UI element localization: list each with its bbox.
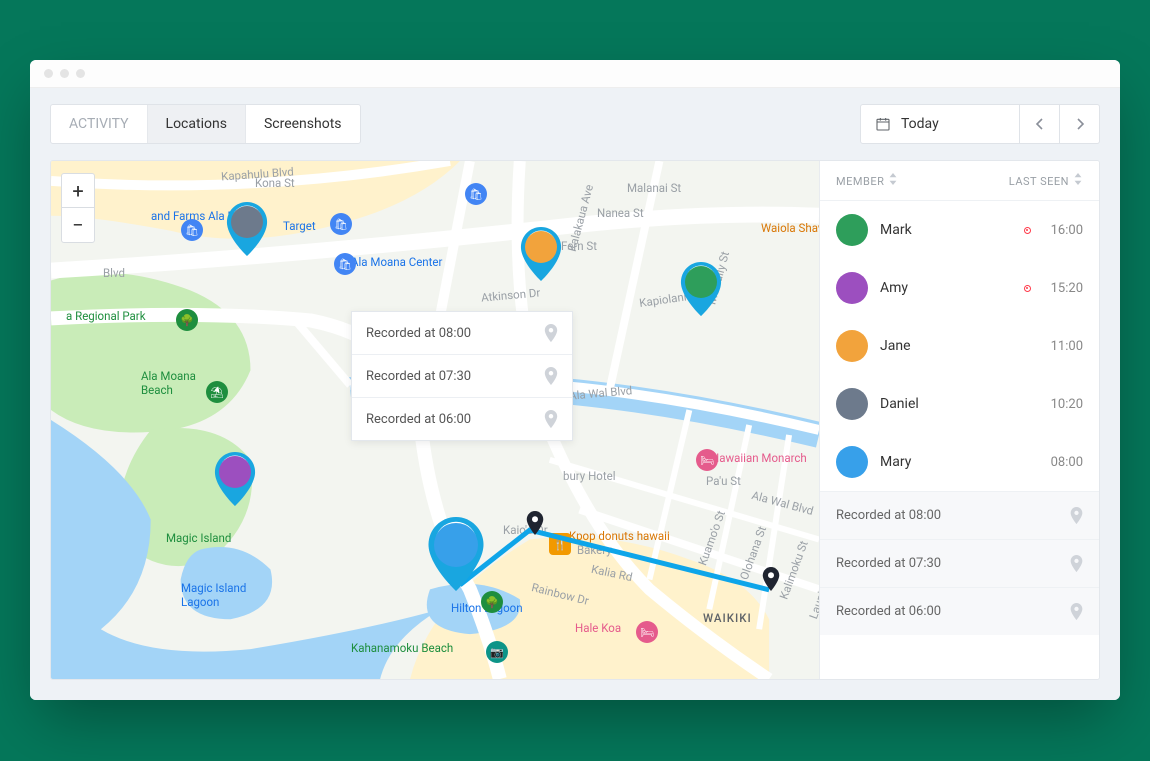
member-lastseen: 10:20 [1051, 397, 1083, 412]
record-label: Recorded at 08:00 [836, 508, 941, 523]
live-indicator-icon [1024, 285, 1031, 292]
popup-record[interactable]: Recorded at 08:00 [352, 312, 572, 355]
shop-icon: 🛍 [334, 253, 356, 275]
date-prev-button[interactable] [1020, 104, 1060, 144]
shop-icon: 🛍 [465, 183, 487, 205]
date-next-button[interactable] [1060, 104, 1100, 144]
tab-screenshots[interactable]: Screenshots [246, 105, 360, 143]
attraction-icon: 📷 [486, 641, 508, 663]
traffic-light [60, 69, 69, 78]
tab-locations[interactable]: Locations [148, 105, 246, 143]
pin-icon [544, 410, 558, 428]
zoom-controls: + − [61, 173, 95, 243]
date-picker[interactable]: Today [860, 104, 1020, 144]
member-row[interactable]: Mary 08:00 [820, 433, 1099, 491]
avatar [836, 330, 868, 362]
pin-icon [1070, 603, 1083, 620]
food-icon: 🍴 [549, 533, 571, 555]
col-member-header[interactable]: MEMBER [836, 173, 898, 188]
popup-record[interactable]: Recorded at 06:00 [352, 398, 572, 440]
lodge-icon: 🛏 [636, 621, 658, 643]
app-window: ACTIVITY Locations Screenshots Today [30, 60, 1120, 700]
date-label: Today [901, 116, 939, 132]
avatar [836, 446, 868, 478]
member-row[interactable]: Mark 16:00 [820, 201, 1099, 259]
traffic-light [44, 69, 53, 78]
member-row[interactable]: Daniel 10:20 [820, 375, 1099, 433]
zoom-out-button[interactable]: − [62, 208, 94, 242]
record-label: Recorded at 06:00 [836, 604, 941, 619]
park-icon: ⛱ [206, 381, 228, 403]
record-row[interactable]: Recorded at 08:00 [820, 491, 1099, 539]
member-lastseen: 16:00 [1051, 223, 1083, 238]
route-waypoint-pin[interactable] [762, 567, 780, 593]
lodge-icon: 🛏 [696, 449, 718, 471]
tab-activity[interactable]: ACTIVITY [51, 105, 148, 143]
col-lastseen-header[interactable]: LAST SEEN [1009, 173, 1083, 188]
pin-icon [1070, 507, 1083, 524]
avatar [836, 214, 868, 246]
member-row[interactable]: Jane 11:00 [820, 317, 1099, 375]
park-icon: 🌳 [481, 591, 503, 613]
zoom-in-button[interactable]: + [62, 174, 94, 208]
map-avatar-pin[interactable] [226, 202, 268, 256]
calendar-icon [875, 116, 891, 132]
pin-icon [544, 324, 558, 342]
shop-icon: 🛍 [181, 219, 203, 241]
map-avatar-pin[interactable] [214, 452, 256, 506]
traffic-light [76, 69, 85, 78]
member-name: Mark [880, 222, 1012, 238]
shop-icon: 🛍 [330, 213, 352, 235]
member-name: Amy [880, 280, 1012, 296]
member-row[interactable]: Amy 15:20 [820, 259, 1099, 317]
window-titlebar [30, 60, 1120, 88]
record-label: Recorded at 07:30 [836, 556, 941, 571]
member-name: Mary [880, 454, 1039, 470]
route-waypoint-pin[interactable] [526, 511, 544, 537]
record-row[interactable]: Recorded at 06:00 [820, 587, 1099, 635]
member-name: Jane [880, 338, 1039, 354]
sort-icon [1073, 173, 1083, 185]
map-popup: Recorded at 08:00 Recorded at 07:30 Reco… [351, 311, 573, 441]
map-avatar-pin[interactable] [520, 227, 562, 281]
map-avatar-pin-selected[interactable] [427, 517, 485, 591]
avatar [836, 272, 868, 304]
popup-record[interactable]: Recorded at 07:30 [352, 355, 572, 398]
map-canvas[interactable]: + − Recorded at 08:00 Recorded at 07:30 … [51, 161, 819, 679]
park-icon: 🌳 [176, 309, 198, 331]
member-name: Daniel [880, 396, 1039, 412]
pin-icon [1070, 555, 1083, 572]
members-panel: MEMBER LAST SEEN Mark 16:00 Amy 15:20 Ja… [819, 161, 1099, 679]
member-lastseen: 08:00 [1051, 455, 1083, 470]
live-indicator-icon [1024, 227, 1031, 234]
pin-icon [544, 367, 558, 385]
map-avatar-pin[interactable] [680, 262, 722, 316]
member-lastseen: 15:20 [1051, 281, 1083, 296]
view-tabs: ACTIVITY Locations Screenshots [50, 104, 361, 144]
member-lastseen: 11:00 [1051, 339, 1083, 354]
avatar [836, 388, 868, 420]
record-row[interactable]: Recorded at 07:30 [820, 539, 1099, 587]
sort-icon [888, 173, 898, 185]
